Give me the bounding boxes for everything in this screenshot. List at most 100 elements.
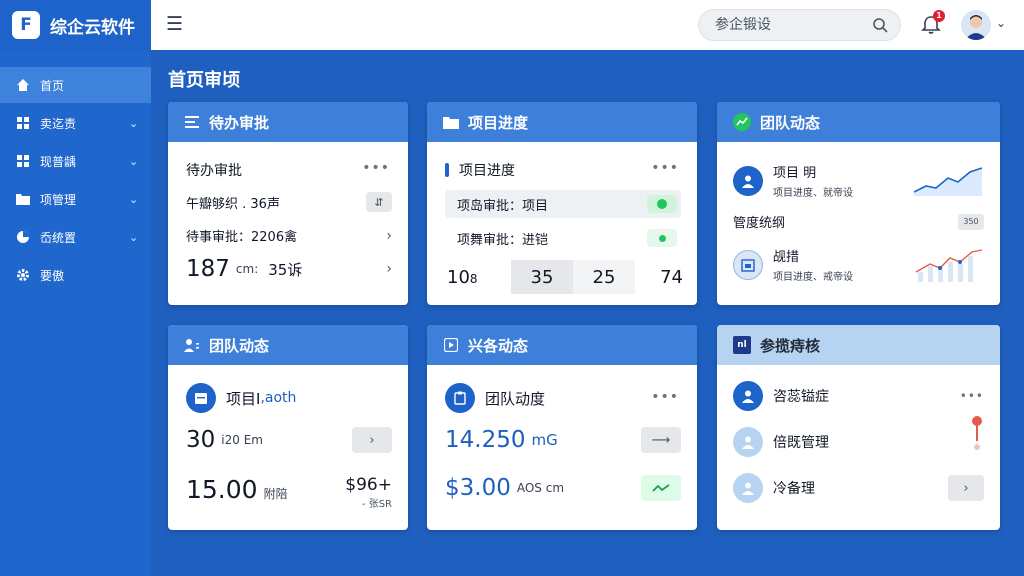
progress-row-label: 项舞审批：进铠	[457, 232, 549, 248]
trend-icon[interactable]	[641, 475, 681, 501]
slider-icon[interactable]	[970, 415, 984, 455]
settings-item[interactable]: 倍既管理	[773, 432, 970, 452]
section-label: 管度统纲	[733, 216, 786, 231]
stat-number: 35	[511, 260, 573, 294]
card-pending-approvals: 待办审批 待办审批 ••• 午瓣够织 . 36声 ⇵ 待事审批：2206禽 › …	[168, 102, 408, 305]
chevron-right-icon[interactable]: ›	[948, 475, 984, 501]
card-header: 团队动态	[168, 325, 408, 365]
count-value: 187	[186, 256, 230, 282]
stat-value: 108	[447, 267, 511, 288]
status-toggle-icon[interactable]	[647, 195, 677, 213]
metric-number: $3.00	[445, 475, 511, 501]
activity-subtitle: 项目进度、就帝设	[773, 188, 853, 199]
user-icon	[733, 381, 763, 411]
metric-unit: i20 Em	[221, 433, 263, 447]
metric-unit: mG	[531, 431, 558, 449]
search-icon[interactable]	[872, 17, 888, 33]
page-title: 首页审顷	[168, 70, 240, 91]
trend-icon	[733, 113, 751, 131]
card-title: 团队动态	[209, 336, 270, 355]
stat-number: 74	[660, 266, 683, 288]
more-icon[interactable]: •••	[651, 389, 679, 405]
search-box[interactable]	[698, 9, 901, 41]
folder-icon	[16, 192, 30, 206]
list-icon	[184, 114, 200, 130]
sidebar-item-label: 卖迄责	[40, 116, 77, 131]
tag[interactable]: 350	[958, 213, 984, 230]
metric-unit: 附陪	[263, 487, 288, 501]
sidebar-item-2[interactable]: 现普龋 ⌄	[0, 143, 151, 179]
metric-number: 14.250	[445, 427, 526, 453]
avatar[interactable]	[961, 10, 991, 40]
metric-number: 30	[186, 427, 216, 453]
user-icon	[733, 427, 763, 457]
search-input[interactable]	[715, 10, 865, 40]
stat-unit: 8	[469, 271, 478, 286]
brand[interactable]: F 综企云软件	[0, 0, 151, 50]
sparkline-chart	[914, 166, 983, 196]
calendar-icon	[186, 383, 216, 413]
more-icon[interactable]: •••	[960, 389, 984, 403]
chevron-down-icon[interactable]: ⌄	[996, 16, 1006, 30]
accent-bar	[445, 163, 449, 177]
notification-badge: 1	[933, 10, 945, 22]
count-unit: cm:	[235, 262, 259, 276]
price-value: $96+	[345, 475, 392, 495]
calendar-icon	[733, 249, 763, 280]
card-subtitle: 项目进度	[459, 163, 515, 179]
card-title: 项目进度	[468, 113, 529, 132]
sidebar-item-label: 首页	[40, 78, 65, 93]
sidebar-item-3[interactable]: 项管理 ⌄	[0, 181, 151, 217]
sidebar-item-settings[interactable]: 要傲	[0, 257, 151, 293]
activity-title: 觇措	[773, 250, 800, 265]
card-title: 待办审批	[209, 113, 270, 132]
settings-item[interactable]: 冷备理	[773, 478, 948, 498]
sidebar-item-label: 要傲	[40, 268, 65, 283]
chevron-down-icon: ⌄	[129, 230, 139, 244]
sidebar-item-4[interactable]: 岙统置 ⌄	[0, 219, 151, 255]
item-suffix: ,aoth	[260, 390, 297, 406]
pin-icon[interactable]: ⇵	[366, 192, 392, 212]
chevron-down-icon: ⌄	[129, 116, 139, 130]
app-name: 综企云软件	[50, 17, 135, 38]
gear-icon	[16, 268, 30, 282]
price-sub: - 张SR	[361, 499, 392, 510]
status-toggle-icon[interactable]	[647, 229, 677, 247]
arrow-right-icon[interactable]: ⟶	[641, 427, 681, 453]
metric-unit: AOS cm	[516, 481, 565, 495]
doc-icon: nl	[733, 336, 751, 354]
settings-item[interactable]: 咨蕊镒症	[773, 386, 960, 406]
card-team-activity: 团队动态 项目 明 项目进度、就帝设 管度统纲 350 觇措 项目进度、戒帝设	[717, 102, 1000, 305]
user-icon	[733, 165, 763, 196]
card-subtitle: 待办审批	[186, 163, 242, 179]
card-title: 兴各动态	[468, 336, 529, 355]
chevron-down-icon: ⌄	[129, 154, 139, 168]
card-header: 待办审批	[168, 102, 408, 142]
count-secondary: 35诉	[268, 260, 303, 279]
card-tasks: 兴各动态 团队动度 ••• 14.250 mG ⟶ $3.00 AOS cm	[427, 325, 697, 530]
approval-line: 待事审批：2206禽	[186, 230, 298, 245]
card-title: 参揽痔核	[760, 336, 821, 355]
chevron-right-icon[interactable]: ›	[386, 261, 392, 277]
chevron-down-icon: ⌄	[129, 192, 139, 206]
mini-bar-chart	[915, 248, 983, 282]
sidebar-item-label: 岙统置	[40, 230, 77, 245]
home-icon	[16, 78, 30, 92]
sidebar-item-label: 现普龋	[40, 154, 77, 169]
play-icon	[443, 337, 459, 353]
menu-toggle-icon[interactable]: ☰	[166, 13, 186, 35]
logo-icon: F	[12, 11, 40, 39]
chevron-right-icon[interactable]: ›	[386, 228, 392, 244]
pie-icon	[16, 230, 30, 244]
more-icon[interactable]: •••	[651, 160, 679, 176]
more-icon[interactable]: •••	[362, 160, 390, 176]
sidebar-item-home[interactable]: 首页	[0, 67, 151, 103]
chevron-right-icon[interactable]: ›	[352, 427, 392, 453]
progress-row-label: 项岛审批：项目	[457, 198, 549, 214]
card-header: nl 参揽痔核	[717, 325, 1000, 365]
clipboard-icon	[445, 383, 475, 413]
item-label: 团队动度	[485, 389, 546, 408]
sidebar-item-1[interactable]: 卖迄责 ⌄	[0, 105, 151, 141]
top-bar: F 综企云软件 ☰ 1 ⌄	[0, 0, 1024, 50]
card-team-activity-2: 团队动态 项目I ,aoth 30 i20 Em › 15.00 附陪 $96+…	[168, 325, 408, 530]
